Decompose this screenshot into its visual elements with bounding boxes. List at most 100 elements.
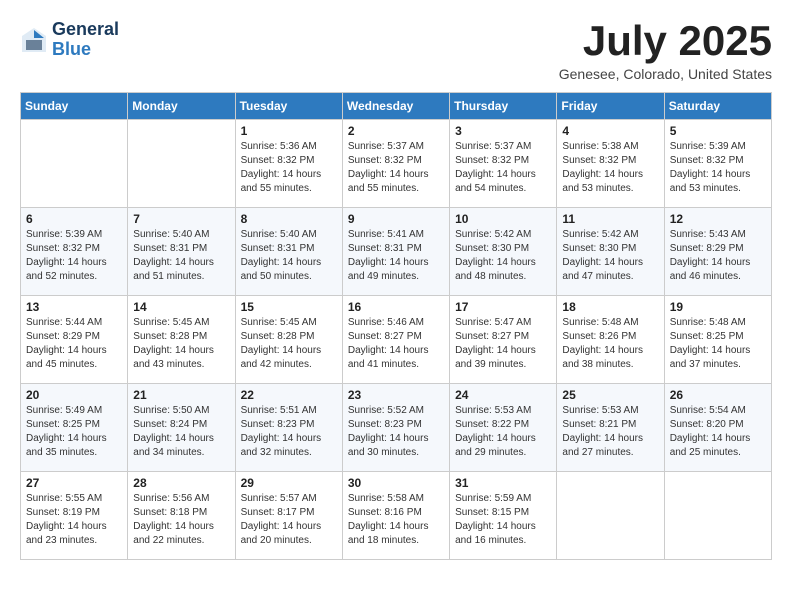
calendar-day-header: Tuesday — [235, 93, 342, 120]
calendar-cell: 31 Sunrise: 5:59 AMSunset: 8:15 PMDaylig… — [450, 472, 557, 560]
day-detail: Sunrise: 5:50 AMSunset: 8:24 PMDaylight:… — [133, 404, 229, 460]
day-number: 11 — [562, 212, 658, 226]
day-detail: Sunrise: 5:45 AMSunset: 8:28 PMDaylight:… — [133, 316, 229, 372]
calendar-day-header: Monday — [128, 93, 235, 120]
day-detail: Sunrise: 5:56 AMSunset: 8:18 PMDaylight:… — [133, 492, 229, 548]
day-detail: Sunrise: 5:43 AMSunset: 8:29 PMDaylight:… — [670, 228, 766, 284]
day-number: 23 — [348, 388, 444, 402]
calendar-cell: 29 Sunrise: 5:57 AMSunset: 8:17 PMDaylig… — [235, 472, 342, 560]
day-detail: Sunrise: 5:36 AMSunset: 8:32 PMDaylight:… — [241, 140, 337, 196]
calendar-cell: 21 Sunrise: 5:50 AMSunset: 8:24 PMDaylig… — [128, 384, 235, 472]
calendar-day-header: Friday — [557, 93, 664, 120]
day-detail: Sunrise: 5:51 AMSunset: 8:23 PMDaylight:… — [241, 404, 337, 460]
day-detail: Sunrise: 5:54 AMSunset: 8:20 PMDaylight:… — [670, 404, 766, 460]
calendar-cell: 3 Sunrise: 5:37 AMSunset: 8:32 PMDayligh… — [450, 120, 557, 208]
day-number: 31 — [455, 476, 551, 490]
day-detail: Sunrise: 5:52 AMSunset: 8:23 PMDaylight:… — [348, 404, 444, 460]
day-number: 16 — [348, 300, 444, 314]
day-detail: Sunrise: 5:57 AMSunset: 8:17 PMDaylight:… — [241, 492, 337, 548]
calendar-cell: 17 Sunrise: 5:47 AMSunset: 8:27 PMDaylig… — [450, 296, 557, 384]
calendar-cell: 22 Sunrise: 5:51 AMSunset: 8:23 PMDaylig… — [235, 384, 342, 472]
calendar-day-header: Wednesday — [342, 93, 449, 120]
calendar-week-row: 13 Sunrise: 5:44 AMSunset: 8:29 PMDaylig… — [21, 296, 772, 384]
calendar-cell — [557, 472, 664, 560]
day-number: 29 — [241, 476, 337, 490]
day-number: 8 — [241, 212, 337, 226]
day-detail: Sunrise: 5:40 AMSunset: 8:31 PMDaylight:… — [241, 228, 337, 284]
day-number: 9 — [348, 212, 444, 226]
day-detail: Sunrise: 5:39 AMSunset: 8:32 PMDaylight:… — [670, 140, 766, 196]
day-number: 15 — [241, 300, 337, 314]
calendar-cell — [664, 472, 771, 560]
calendar-cell: 20 Sunrise: 5:49 AMSunset: 8:25 PMDaylig… — [21, 384, 128, 472]
day-number: 19 — [670, 300, 766, 314]
day-detail: Sunrise: 5:59 AMSunset: 8:15 PMDaylight:… — [455, 492, 551, 548]
calendar-cell: 23 Sunrise: 5:52 AMSunset: 8:23 PMDaylig… — [342, 384, 449, 472]
calendar-cell: 14 Sunrise: 5:45 AMSunset: 8:28 PMDaylig… — [128, 296, 235, 384]
calendar-cell: 13 Sunrise: 5:44 AMSunset: 8:29 PMDaylig… — [21, 296, 128, 384]
day-number: 25 — [562, 388, 658, 402]
day-detail: Sunrise: 5:38 AMSunset: 8:32 PMDaylight:… — [562, 140, 658, 196]
day-detail: Sunrise: 5:55 AMSunset: 8:19 PMDaylight:… — [26, 492, 122, 548]
day-detail: Sunrise: 5:45 AMSunset: 8:28 PMDaylight:… — [241, 316, 337, 372]
calendar-week-row: 1 Sunrise: 5:36 AMSunset: 8:32 PMDayligh… — [21, 120, 772, 208]
day-detail: Sunrise: 5:48 AMSunset: 8:25 PMDaylight:… — [670, 316, 766, 372]
calendar-week-row: 6 Sunrise: 5:39 AMSunset: 8:32 PMDayligh… — [21, 208, 772, 296]
calendar-cell: 4 Sunrise: 5:38 AMSunset: 8:32 PMDayligh… — [557, 120, 664, 208]
day-number: 14 — [133, 300, 229, 314]
calendar-day-header: Sunday — [21, 93, 128, 120]
logo-general: General — [52, 20, 119, 40]
calendar-cell: 28 Sunrise: 5:56 AMSunset: 8:18 PMDaylig… — [128, 472, 235, 560]
calendar-cell: 27 Sunrise: 5:55 AMSunset: 8:19 PMDaylig… — [21, 472, 128, 560]
day-detail: Sunrise: 5:47 AMSunset: 8:27 PMDaylight:… — [455, 316, 551, 372]
day-number: 7 — [133, 212, 229, 226]
day-detail: Sunrise: 5:58 AMSunset: 8:16 PMDaylight:… — [348, 492, 444, 548]
day-number: 6 — [26, 212, 122, 226]
calendar-cell: 12 Sunrise: 5:43 AMSunset: 8:29 PMDaylig… — [664, 208, 771, 296]
day-number: 12 — [670, 212, 766, 226]
day-detail: Sunrise: 5:41 AMSunset: 8:31 PMDaylight:… — [348, 228, 444, 284]
logo-icon — [20, 26, 48, 54]
calendar-cell: 18 Sunrise: 5:48 AMSunset: 8:26 PMDaylig… — [557, 296, 664, 384]
day-detail: Sunrise: 5:53 AMSunset: 8:22 PMDaylight:… — [455, 404, 551, 460]
day-detail: Sunrise: 5:42 AMSunset: 8:30 PMDaylight:… — [562, 228, 658, 284]
calendar-cell: 7 Sunrise: 5:40 AMSunset: 8:31 PMDayligh… — [128, 208, 235, 296]
calendar-cell: 1 Sunrise: 5:36 AMSunset: 8:32 PMDayligh… — [235, 120, 342, 208]
day-number: 5 — [670, 124, 766, 138]
calendar-cell: 16 Sunrise: 5:46 AMSunset: 8:27 PMDaylig… — [342, 296, 449, 384]
location: Genesee, Colorado, United States — [559, 66, 772, 82]
calendar-cell: 9 Sunrise: 5:41 AMSunset: 8:31 PMDayligh… — [342, 208, 449, 296]
day-number: 10 — [455, 212, 551, 226]
calendar-cell — [21, 120, 128, 208]
day-number: 4 — [562, 124, 658, 138]
calendar-header-row: SundayMondayTuesdayWednesdayThursdayFrid… — [21, 93, 772, 120]
day-number: 24 — [455, 388, 551, 402]
day-detail: Sunrise: 5:53 AMSunset: 8:21 PMDaylight:… — [562, 404, 658, 460]
day-number: 17 — [455, 300, 551, 314]
logo-text: General Blue — [52, 20, 119, 60]
day-detail: Sunrise: 5:48 AMSunset: 8:26 PMDaylight:… — [562, 316, 658, 372]
day-number: 26 — [670, 388, 766, 402]
day-detail: Sunrise: 5:40 AMSunset: 8:31 PMDaylight:… — [133, 228, 229, 284]
day-number: 22 — [241, 388, 337, 402]
month-title: July 2025 — [559, 20, 772, 62]
day-detail: Sunrise: 5:46 AMSunset: 8:27 PMDaylight:… — [348, 316, 444, 372]
calendar-cell: 15 Sunrise: 5:45 AMSunset: 8:28 PMDaylig… — [235, 296, 342, 384]
calendar-table: SundayMondayTuesdayWednesdayThursdayFrid… — [20, 92, 772, 560]
calendar-cell: 5 Sunrise: 5:39 AMSunset: 8:32 PMDayligh… — [664, 120, 771, 208]
day-number: 1 — [241, 124, 337, 138]
calendar-week-row: 20 Sunrise: 5:49 AMSunset: 8:25 PMDaylig… — [21, 384, 772, 472]
page-header: General Blue July 2025 Genesee, Colorado… — [20, 20, 772, 82]
day-number: 18 — [562, 300, 658, 314]
logo-blue: Blue — [52, 40, 119, 60]
title-section: July 2025 Genesee, Colorado, United Stat… — [559, 20, 772, 82]
day-number: 28 — [133, 476, 229, 490]
calendar-cell: 26 Sunrise: 5:54 AMSunset: 8:20 PMDaylig… — [664, 384, 771, 472]
calendar-cell: 24 Sunrise: 5:53 AMSunset: 8:22 PMDaylig… — [450, 384, 557, 472]
calendar-week-row: 27 Sunrise: 5:55 AMSunset: 8:19 PMDaylig… — [21, 472, 772, 560]
day-detail: Sunrise: 5:37 AMSunset: 8:32 PMDaylight:… — [455, 140, 551, 196]
calendar-cell: 8 Sunrise: 5:40 AMSunset: 8:31 PMDayligh… — [235, 208, 342, 296]
day-number: 30 — [348, 476, 444, 490]
calendar-cell: 2 Sunrise: 5:37 AMSunset: 8:32 PMDayligh… — [342, 120, 449, 208]
day-number: 13 — [26, 300, 122, 314]
